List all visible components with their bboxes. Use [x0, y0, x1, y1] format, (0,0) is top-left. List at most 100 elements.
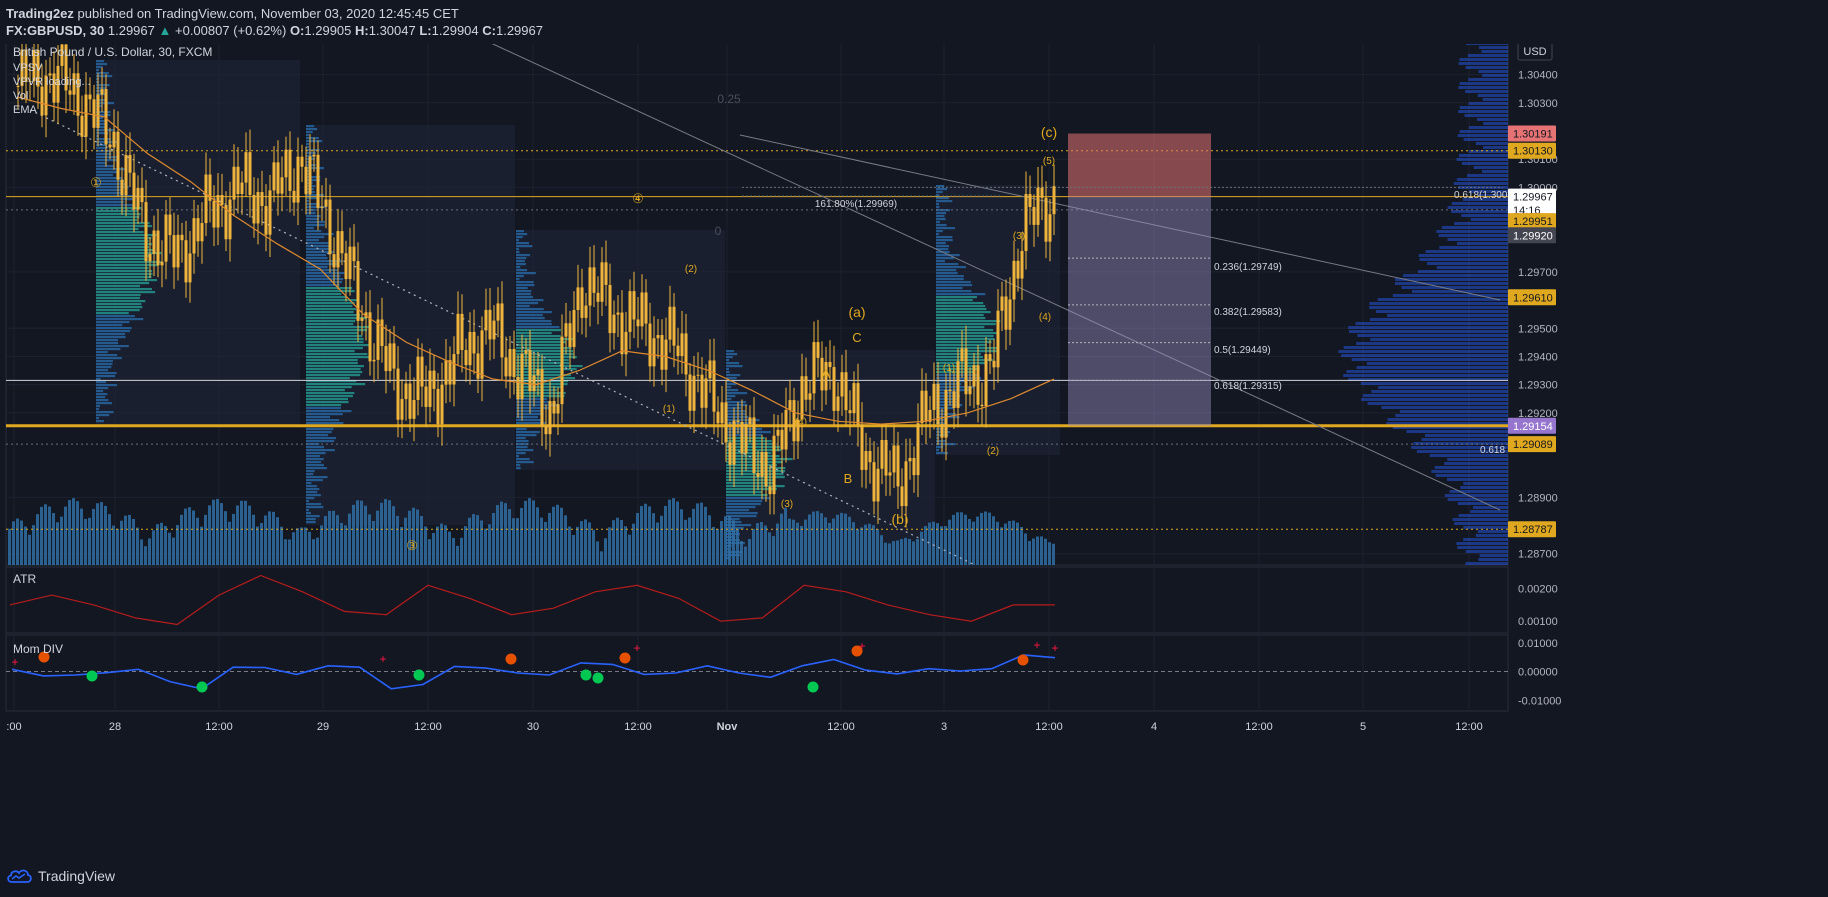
profile-row [936, 257, 954, 260]
volume-bar [712, 526, 715, 565]
candle-body [980, 404, 984, 407]
volume-bar [964, 514, 967, 565]
profile-row [96, 228, 139, 231]
candle-body [96, 94, 100, 128]
volume-bar [80, 508, 83, 565]
vpvr-row [1447, 238, 1508, 241]
profile-row [306, 293, 342, 296]
vpvr-row [1456, 178, 1508, 181]
candle-body [432, 370, 436, 389]
price-axis[interactable]: 1.304001.303001.301001.300001.297001.295… [1508, 41, 1558, 561]
volume-bar [672, 498, 675, 565]
profile-row [306, 356, 372, 359]
candle-body [464, 350, 468, 366]
candle-body [520, 353, 524, 400]
volume-bar [368, 514, 371, 565]
candle-body [704, 378, 708, 408]
profile-row [306, 413, 343, 416]
candle-body [544, 425, 548, 435]
volume-bar [352, 504, 355, 565]
profile-row [306, 503, 322, 506]
candle-body [640, 292, 644, 327]
profile-row [306, 224, 325, 227]
candle-body [788, 400, 792, 410]
volume-bar [288, 539, 291, 565]
volume-bar [36, 514, 39, 565]
series-title: British Pound / U.S. Dollar, 30, FXCM [13, 45, 212, 59]
candle-body [644, 292, 648, 324]
candle-body [440, 384, 444, 425]
profile-row [936, 302, 984, 305]
volume-bar [304, 527, 307, 565]
volume-bar [748, 538, 751, 565]
volume-bar [868, 523, 871, 565]
volume-bar [316, 537, 319, 565]
profile-row [516, 464, 521, 467]
volume-bar [336, 515, 339, 565]
profile-row [726, 491, 762, 494]
vpvr-row [1444, 494, 1508, 497]
candle-body [400, 399, 404, 420]
profile-row [96, 258, 147, 261]
profile-row [936, 335, 994, 338]
candle-body [1040, 187, 1044, 198]
profile-row [96, 327, 132, 330]
profile-row [516, 419, 542, 422]
profile-row [306, 422, 344, 425]
profile-row [516, 254, 531, 257]
volume-bar [472, 514, 475, 565]
profile-row [306, 128, 318, 131]
vpvr-row [1475, 534, 1508, 537]
candle-body [808, 393, 812, 400]
symbol: FX:GBPUSD, 30 [6, 23, 105, 38]
candle-body [188, 253, 192, 283]
profile-row [96, 231, 144, 234]
candle-body [512, 349, 516, 378]
profile-row [516, 302, 539, 305]
candle-body [860, 424, 864, 470]
profile-row [726, 404, 748, 407]
wave-label: ④ [632, 191, 644, 206]
profile-row [306, 431, 332, 434]
candle-body [752, 417, 756, 474]
open-label: O: [289, 23, 305, 38]
profile-row [936, 233, 939, 236]
low-label: L: [419, 23, 432, 38]
profile-row [96, 312, 129, 315]
vpvr-row [1362, 394, 1508, 397]
volume-bar [92, 508, 95, 565]
candle-body [1028, 194, 1032, 208]
volume-bar [440, 523, 443, 565]
volume-bar [604, 538, 607, 565]
publisher-name[interactable]: Trading2ez [6, 6, 74, 21]
profile-row [96, 324, 123, 327]
candle-body [548, 401, 552, 435]
profile-row [96, 264, 159, 267]
vpvr-row [1457, 134, 1508, 137]
candle-body [292, 190, 296, 203]
volume-bar [532, 500, 535, 565]
volume-bar [68, 500, 71, 565]
profile-row [96, 360, 113, 363]
volume-bar [424, 526, 427, 565]
time-axis[interactable]: :00 28 12:00 29 12:00 30 12:00 Nov 12:00 3 12:00 4 1… [6, 721, 1482, 733]
vpvr-row [1451, 210, 1508, 213]
vpvr-row [1361, 398, 1508, 401]
volume-bar [820, 513, 823, 565]
volume-bar [356, 500, 359, 565]
volume-bar [556, 504, 559, 565]
volume-bar [892, 541, 895, 565]
candle-body [744, 423, 748, 454]
profile-row [516, 311, 552, 314]
profile-row [96, 342, 119, 345]
profile-row [516, 251, 520, 254]
wave-label: B [844, 471, 853, 486]
volume-bar [940, 526, 943, 565]
profile-row [306, 485, 317, 488]
tradingview-logo[interactable]: TradingView [6, 868, 115, 884]
volume-bar [988, 512, 991, 565]
chart-canvas[interactable]: ① ④ ③ (2) (1) (4) (3) (a) C A B (b) (c) (5) (3) (4) (1) (… [0, 0, 1828, 897]
profile-row [936, 320, 1001, 323]
volume-bar [780, 513, 783, 565]
candle-body [352, 246, 356, 262]
